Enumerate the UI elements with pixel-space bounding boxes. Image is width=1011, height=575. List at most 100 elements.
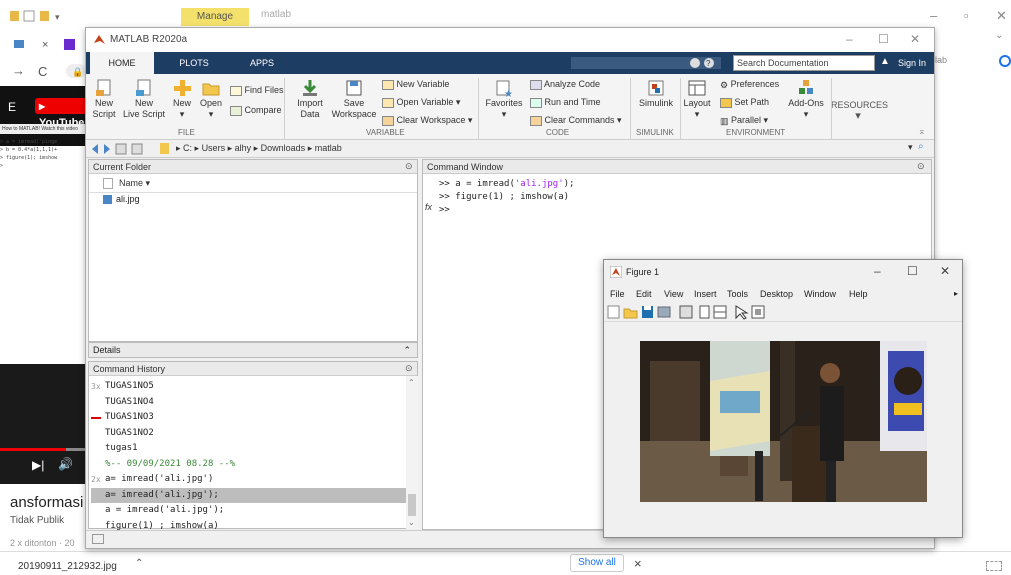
close-icon[interactable]: ✕ [996,8,1007,24]
restore-icon[interactable]: ▫ [964,8,969,23]
layout-icon [688,80,706,96]
search-icon[interactable]: ⌕ [918,141,924,152]
history-command: TUGAS1NO5 [105,381,154,391]
manage-tab[interactable]: Manage [181,8,249,26]
menu-icon[interactable]: E [8,100,16,114]
tab-plots[interactable]: PLOTS [174,52,214,74]
status-icon [92,534,104,544]
show-all-button[interactable]: Show all [570,554,624,572]
add-ons-button[interactable]: Add-Ons ▾ [786,78,826,120]
minimize-icon[interactable]: – [874,264,881,278]
menu-insert[interactable]: Insert [694,289,717,299]
explorer-folder-title: matlab [261,9,292,20]
panel-menu-icon[interactable]: ⊙ [405,363,413,374]
breadcrumb[interactable]: ▸ C: ▸ Users ▸ alhy ▸ Downloads ▸ matlab [176,143,342,154]
profile-icon[interactable] [999,55,1011,67]
menu-window[interactable]: Window [804,289,836,299]
tab-apps[interactable]: APPS [244,52,280,74]
details-panel[interactable]: Details ⌃ [88,342,418,358]
find-files-button[interactable]: Find Files [230,84,284,96]
minimize-icon[interactable]: – [846,32,853,46]
layout-button[interactable]: Layout ▾ [682,78,712,120]
download-file[interactable]: 20190911_212932.jpg [18,561,117,572]
chevron-up-icon[interactable]: ⌃ [135,558,143,569]
file-item[interactable]: ali.jpg [103,194,140,205]
minimize-icon[interactable]: – [930,8,937,23]
function-browser-icon[interactable]: fx [425,202,432,212]
run-and-time-button[interactable]: Run and Time [530,96,601,108]
history-item[interactable]: %-- 09/09/2021 08.28 --% [91,457,406,473]
dropdown-icon[interactable]: ▾ [908,142,913,153]
menu-file[interactable]: File [610,289,625,299]
chevron-down-icon[interactable]: ⌄ [995,30,1003,41]
new-variable-button[interactable]: New Variable [382,78,449,90]
menu-edit[interactable]: Edit [636,289,652,299]
tab-close-icon[interactable] [44,38,54,48]
history-item[interactable]: TUGAS1NO2 [91,426,406,442]
notification-icon[interactable]: ▲ [880,56,890,67]
new-live-script-button[interactable]: New Live Script [120,78,168,120]
youtube-logo[interactable]: ▶ YouTube [35,98,87,129]
panel-menu-icon[interactable]: ⊙ [405,161,413,172]
close-icon[interactable]: ✕ [910,32,920,46]
menu-tools[interactable]: Tools [727,289,748,299]
history-item[interactable]: a = imread('ali.jpg'); [91,503,406,519]
error-marker-icon [91,417,101,419]
next-icon[interactable]: ▶| [32,458,44,472]
collapse-ribbon-icon[interactable]: ⌅ [918,126,926,137]
analyze-code-button[interactable]: Analyze Code [530,78,600,90]
open-variable-button[interactable]: Open Variable ▾ [382,96,460,108]
preferences-button[interactable]: ⚙ Preferences [720,78,779,91]
download-close-icon[interactable]: × [634,556,642,571]
maximize-icon[interactable]: ☐ [907,264,918,278]
volume-icon[interactable]: 🔊 [58,457,73,471]
new-button[interactable]: New ▾ [170,78,194,120]
maximize-icon[interactable]: ☐ [878,32,889,46]
history-item[interactable]: tugas1 [91,441,406,457]
history-item[interactable]: 3x TUGAS1NO5 [91,379,406,395]
run-and-time-icon [530,97,542,108]
new-script-button[interactable]: New Script [90,78,118,120]
menu-help[interactable]: Help [849,289,868,299]
menubar-overflow-icon[interactable]: ▸ [954,289,958,298]
set-path-button[interactable]: Set Path [720,96,769,108]
history-item[interactable]: 2x a= imread('ali.jpg') [91,472,406,488]
displayed-image[interactable] [640,341,927,502]
parallel-button[interactable]: ▥ Parallel ▾ [720,114,768,127]
name-column-header[interactable]: Name ▾ [103,178,150,190]
quick-access-toolbar[interactable]: ? [571,56,731,70]
chevron-up-icon[interactable]: ⌃ [403,343,411,357]
clear-commands-button[interactable]: Clear Commands ▾ [530,114,622,126]
command-post: ); [563,179,575,189]
favorites-button[interactable]: ★ Favorites ▾ [484,78,524,120]
speaker-photo [640,341,927,502]
open-button[interactable]: Open ▾ [196,78,226,120]
history-item[interactable]: TUGAS1NO4 [91,395,406,411]
quick-access-toolbar[interactable]: ▾ [8,9,68,23]
import-data-button[interactable]: Import Data [294,78,326,120]
compare-button[interactable]: Compare [230,104,282,116]
tab-home[interactable]: HOME [90,52,154,74]
search-icon[interactable]: ⌕ [861,56,867,69]
tray-icon[interactable] [986,561,1002,571]
sign-in-button[interactable]: Sign In [898,55,926,71]
save-workspace-button[interactable]: Save Workspace [330,78,378,120]
panel-menu-icon[interactable]: ⊙ [917,161,925,172]
simulink-button[interactable]: Simulink [634,78,678,109]
history-item[interactable]: TUGAS1NO3 [91,410,406,426]
history-item[interactable]: a= imread('ali.jpg'); [91,487,406,503]
video-progress [0,448,66,451]
history-scrollbar[interactable]: ⌃ ⌄ [406,376,418,529]
clear-workspace-button[interactable]: Clear Workspace ▾ [382,114,472,126]
close-icon[interactable]: ✕ [940,264,950,278]
svg-text:→: → [12,63,25,78]
menu-view[interactable]: View [664,289,683,299]
menu-desktop[interactable]: Desktop [760,289,793,299]
search-documentation-input[interactable]: Search Documentation [733,55,875,71]
matlab-titlebar: MATLAB R2020a – ☐ ✕ [86,28,934,52]
resources-button[interactable]: RESOURCES ▾ [831,100,888,122]
history-command: TUGAS1NO3 [105,412,154,422]
new-variable-icon [382,79,394,90]
figure-toolbar-icons[interactable] [604,302,804,322]
navigation-icons[interactable] [90,142,170,156]
